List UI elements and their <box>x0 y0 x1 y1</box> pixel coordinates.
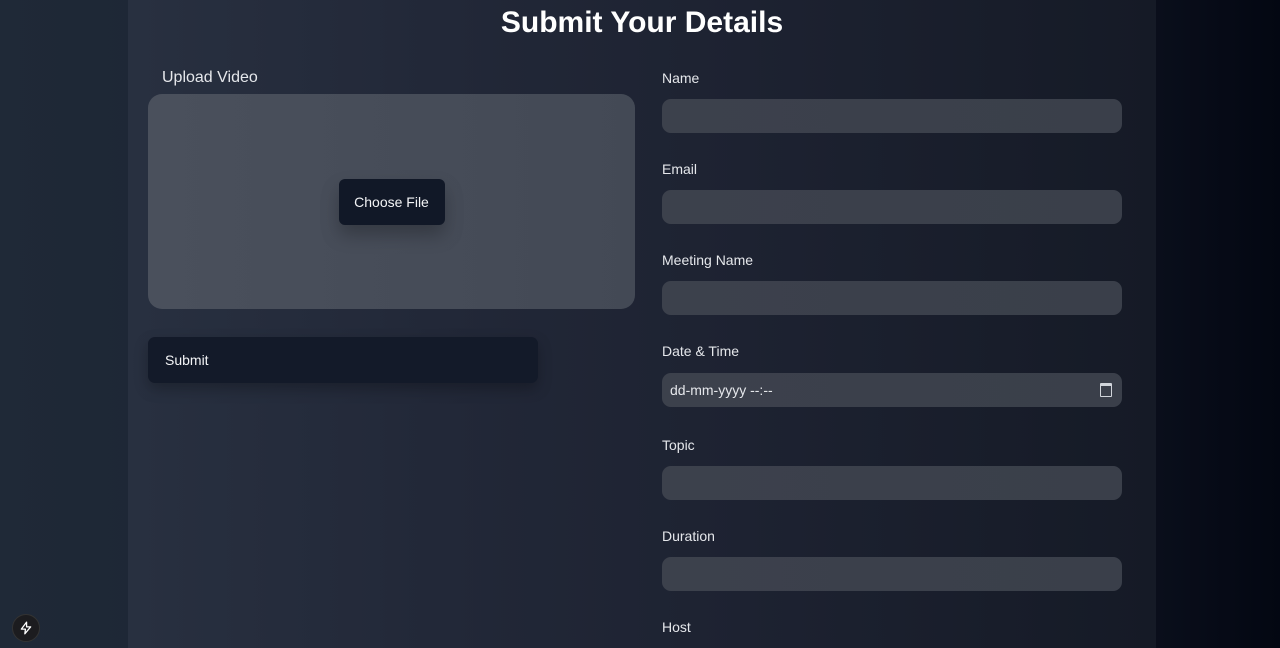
lightning-bolt-icon <box>20 621 32 635</box>
datetime-label: Date & Time <box>662 343 740 359</box>
email-input[interactable] <box>662 190 1122 224</box>
email-label: Email <box>662 161 698 177</box>
calendar-icon[interactable] <box>1100 383 1112 397</box>
duration-label: Duration <box>662 528 715 544</box>
host-label: Host <box>662 619 691 635</box>
name-input[interactable] <box>662 99 1122 133</box>
dev-tools-badge[interactable] <box>12 614 40 642</box>
topic-label: Topic <box>662 437 695 453</box>
duration-input[interactable] <box>662 557 1122 591</box>
name-label: Name <box>662 70 700 86</box>
datetime-input[interactable]: dd-mm-yyyy --:-- <box>662 373 1122 407</box>
topic-input[interactable] <box>662 466 1122 500</box>
form-panel: Submit Your Details Upload Video Choose … <box>128 0 1156 648</box>
meeting-name-label: Meeting Name <box>662 252 754 268</box>
choose-file-button[interactable]: Choose File <box>338 178 445 225</box>
page-title: Submit Your Details <box>500 6 784 39</box>
meeting-name-input[interactable] <box>662 281 1122 315</box>
video-dropzone[interactable]: Choose File <box>148 94 635 309</box>
upload-video-label: Upload Video <box>162 69 258 86</box>
submit-button[interactable]: Submit <box>148 337 538 383</box>
datetime-placeholder: dd-mm-yyyy --:-- <box>670 382 773 398</box>
